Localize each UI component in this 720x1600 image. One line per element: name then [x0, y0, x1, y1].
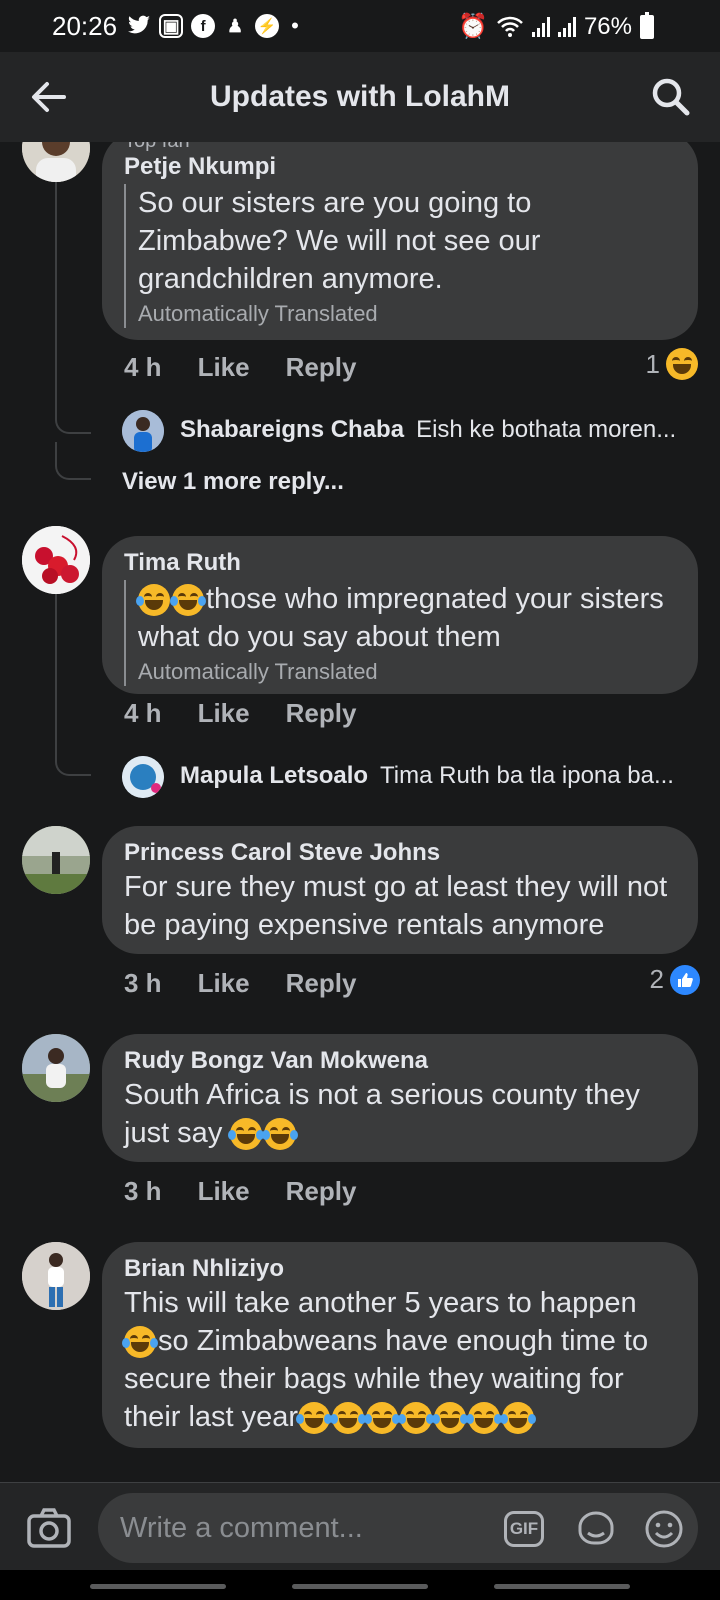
wifi-icon — [497, 16, 523, 37]
comment-actions: 3 h Like Reply — [124, 968, 356, 999]
comment-time[interactable]: 4 h — [124, 352, 162, 383]
reply-avatar[interactable] — [122, 756, 164, 798]
joy-emoji-icon — [228, 1118, 265, 1151]
joy-emoji-icon — [330, 1402, 367, 1435]
facebook-icon: f — [191, 14, 216, 38]
more-notifications-icon: • — [291, 13, 299, 38]
comments-feed[interactable]: Petje Nkumpi So our sisters are you goin… — [0, 142, 720, 1482]
thread-connector — [55, 442, 91, 480]
nav-home-handle[interactable] — [292, 1584, 428, 1589]
haha-reaction-icon — [666, 348, 698, 380]
thread-connector — [55, 402, 91, 434]
reply-preview[interactable]: Mapula Letsoalo Tima Ruth ba tla ipona b… — [180, 762, 690, 790]
reaction-summary[interactable]: 2 — [650, 964, 700, 995]
avatar[interactable] — [22, 142, 90, 182]
comment-time[interactable]: 4 h — [124, 698, 162, 729]
like-reaction-icon — [670, 964, 700, 995]
comment-author[interactable]: Rudy Bongz Van Mokwena — [124, 1046, 678, 1076]
reply-author[interactable]: Shabareigns Chaba — [180, 416, 404, 444]
thread-line — [55, 594, 57, 744]
reply-text: Eish ke bothata moren... — [416, 416, 677, 443]
status-bar: 20:26 ▣ f ♟ ⚡ • ⏰ 76% — [0, 0, 720, 52]
joy-emoji-icon — [500, 1402, 537, 1435]
top-fan-badge: Top fan — [124, 142, 190, 153]
reply-avatar[interactable] — [122, 410, 164, 452]
avatar[interactable] — [22, 1242, 90, 1310]
like-button[interactable]: Like — [198, 968, 250, 999]
status-time: 20:26 — [52, 10, 118, 41]
comment-text: South Africa is not a serious county the… — [124, 1079, 640, 1149]
like-button[interactable]: Like — [198, 1176, 250, 1207]
translation-label[interactable]: Automatically Translated — [138, 658, 678, 686]
translation-label[interactable]: Automatically Translated — [138, 300, 678, 328]
camera-icon[interactable] — [26, 1507, 72, 1549]
thread-connector — [55, 742, 91, 776]
like-button[interactable]: Like — [198, 352, 250, 383]
twitter-icon — [128, 15, 151, 34]
comment-actions: 3 h Like Reply — [124, 1176, 356, 1207]
avatar[interactable] — [22, 826, 90, 894]
gif-button[interactable]: GIF — [504, 1511, 544, 1547]
reaction-count: 1 — [645, 348, 660, 379]
joy-emoji-icon — [432, 1402, 469, 1435]
comment-text: So our sisters are you going to Zimbabwe… — [138, 187, 541, 295]
nav-recent-handle[interactable] — [90, 1584, 226, 1589]
reply-button[interactable]: Reply — [286, 968, 357, 999]
reply-author[interactable]: Mapula Letsoalo — [180, 762, 368, 790]
comment-author[interactable]: Tima Ruth — [124, 548, 678, 578]
reply-button[interactable]: Reply — [286, 352, 357, 383]
search-icon[interactable] — [648, 74, 694, 120]
joy-emoji-icon — [170, 584, 206, 617]
comment-bubble[interactable]: Rudy Bongz Van Mokwena South Africa is n… — [102, 1034, 698, 1162]
joy-emoji-icon — [466, 1402, 503, 1435]
gallery-app-icon: ▣ — [159, 14, 184, 38]
comment-actions: 4 h Like Reply — [124, 698, 356, 729]
signal-icon-2 — [557, 16, 576, 37]
joy-emoji-icon — [296, 1402, 333, 1435]
joy-emoji-icon — [262, 1118, 299, 1151]
reply-text: Tima Ruth ba tla ipona ba... — [380, 762, 674, 789]
rolling-laughing-emoji-icon — [136, 584, 170, 617]
comment-time[interactable]: 3 h — [124, 968, 162, 999]
reply-preview[interactable]: Shabareigns Chaba Eish ke bothata moren.… — [180, 416, 690, 444]
signal-icon-1 — [531, 16, 550, 37]
comment-bubble[interactable]: Tima Ruth those who impregnated your sis… — [102, 536, 698, 694]
comment-time[interactable]: 3 h — [124, 1176, 162, 1207]
app-header: Updates with LolahM — [0, 52, 720, 142]
comment-bubble[interactable]: Brian Nhliziyo This will take another 5 … — [102, 1242, 698, 1448]
back-arrow-icon[interactable] — [26, 74, 72, 120]
system-nav-bar — [0, 1570, 720, 1600]
reply-button[interactable]: Reply — [286, 698, 357, 729]
battery-icon — [640, 11, 654, 39]
comment-author[interactable]: Princess Carol Steve Johns — [124, 838, 678, 868]
comment-author[interactable]: Petje Nkumpi — [124, 152, 678, 182]
comment-text: those who impregnated your sisters what … — [138, 583, 664, 653]
snapchat-icon: ♟ — [227, 15, 244, 36]
emoji-icon[interactable] — [644, 1509, 684, 1549]
comment-bubble[interactable]: Princess Carol Steve Johns For sure they… — [102, 826, 698, 954]
messenger-icon: ⚡ — [255, 14, 280, 38]
comment-composer: GIF — [0, 1482, 720, 1570]
battery-percent: 76% — [583, 12, 632, 40]
joy-emoji-icon — [122, 1326, 158, 1359]
page-title: Updates with LolahM — [210, 80, 510, 113]
joy-emoji-icon — [398, 1402, 435, 1435]
like-button[interactable]: Like — [198, 698, 250, 729]
avatar[interactable] — [22, 526, 90, 594]
alarm-icon: ⏰ — [458, 13, 488, 40]
comment-bubble[interactable]: Petje Nkumpi So our sisters are you goin… — [102, 142, 698, 340]
joy-emoji-icon — [364, 1402, 401, 1435]
reaction-summary[interactable]: 1 — [646, 348, 700, 380]
avatar[interactable] — [22, 1034, 90, 1102]
comment-actions: 4 h Like Reply — [124, 352, 356, 383]
comment-text: This will take another 5 years to happen — [124, 1287, 637, 1319]
comment-author[interactable]: Brian Nhliziyo — [124, 1254, 678, 1284]
reaction-count: 2 — [649, 964, 664, 994]
reply-button[interactable]: Reply — [286, 1176, 357, 1207]
nav-back-handle[interactable] — [494, 1584, 630, 1589]
view-more-replies[interactable]: View 1 more reply... — [122, 468, 344, 496]
comment-text: For sure they must go at least they will… — [124, 871, 668, 941]
thread-line — [55, 182, 57, 414]
sticker-icon[interactable] — [576, 1509, 616, 1549]
